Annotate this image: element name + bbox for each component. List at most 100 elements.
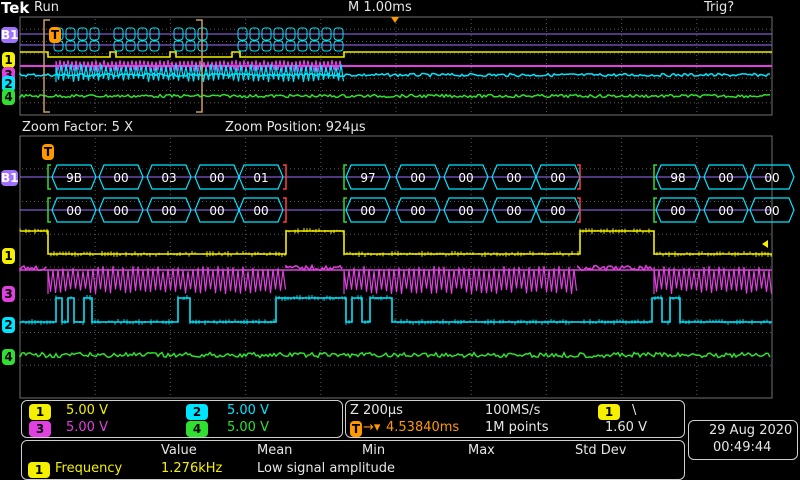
grid-dot [414, 53, 415, 55]
grid-dot [470, 67, 472, 68]
ch3-badge[interactable]: 3 [29, 421, 51, 437]
grid-dot [334, 53, 335, 55]
grid-dot [534, 201, 535, 202]
grid-dot [658, 90, 659, 91]
grid-dot [646, 168, 647, 170]
grid-dot [58, 90, 59, 91]
grid-dot [696, 342, 698, 343]
grid-dot [710, 77, 711, 79]
grid-dot [169, 274, 171, 275]
grid-dot [696, 250, 698, 251]
grid-dot [330, 168, 331, 170]
grid-dot [696, 162, 698, 163]
grid-dot [298, 299, 299, 301]
grid-dot [470, 350, 472, 351]
ch4-label-top[interactable]: 4 [2, 89, 15, 105]
grid-dot [370, 28, 371, 30]
grid-dot [696, 214, 698, 215]
grid-dot [422, 53, 423, 55]
grid-dot [46, 53, 47, 55]
grid-dot [395, 103, 397, 104]
grid-dot [646, 364, 647, 366]
grid-dot [614, 77, 615, 79]
grid-dot [242, 102, 243, 104]
ch2-badge[interactable]: 2 [186, 404, 208, 420]
grid-dot [94, 394, 96, 395]
grid-dot [234, 332, 235, 333]
grid-dot [754, 233, 755, 235]
grid-dot [118, 201, 119, 202]
grid-dot [320, 91, 322, 92]
grid-dot [118, 28, 119, 30]
channel-scale-panel[interactable]: 1 5.00 V 2 5.00 V 3 5.00 V 4 5.00 V [21, 400, 343, 438]
ch3-scale: 5.00 V [66, 420, 108, 435]
trigger-source-badge[interactable]: 1 [598, 404, 620, 420]
grid-dot [374, 28, 375, 30]
grid-dot [374, 332, 375, 333]
bus-packet-top-2 [333, 40, 344, 52]
ch4-trace-zoom [19, 351, 771, 359]
bus-packet-value: 00 [113, 204, 128, 218]
grid-dot [470, 233, 471, 235]
grid-dot [130, 102, 131, 104]
grid-dot [238, 364, 239, 366]
acquisition-panel[interactable]: Z 200µs T →▾ 4.53840ms 100MS/s 1M points… [345, 400, 685, 438]
grid-dot [358, 168, 359, 170]
grid-dot [30, 102, 31, 104]
grid-dot [246, 266, 247, 268]
grid-dot [566, 53, 567, 55]
grid-dot [696, 326, 698, 327]
grid-dot [218, 102, 219, 104]
ch1-label-top[interactable]: 1 [2, 52, 15, 68]
grid-dot [298, 332, 299, 333]
ch3-label-zoom[interactable]: 3 [2, 286, 15, 302]
grid-dot [742, 364, 743, 366]
grid-dot [770, 332, 771, 333]
grid-dot [566, 332, 567, 333]
grid-dot [178, 168, 179, 170]
ch4-badge[interactable]: 4 [186, 421, 208, 437]
ch1-label-zoom[interactable]: 1 [2, 248, 15, 264]
grid-dot [158, 233, 159, 235]
b1-label-top[interactable]: B1 [1, 27, 19, 43]
grid-dot [566, 77, 567, 79]
grid-dot [406, 201, 407, 202]
grid-dot [458, 364, 459, 366]
grid-dot [621, 194, 623, 195]
grid-dot [42, 332, 43, 333]
grid-dot [696, 262, 698, 263]
ch2-label-zoom[interactable]: 2 [2, 317, 15, 333]
grid-dot [82, 28, 83, 30]
grid-dot [395, 274, 397, 275]
grid-dot [578, 41, 579, 42]
ch1-badge[interactable]: 1 [29, 404, 51, 420]
grid-dot [726, 28, 727, 30]
grid-dot [666, 28, 667, 30]
grid-dot [462, 201, 463, 202]
grid-dot [526, 102, 527, 104]
grid-dot [206, 233, 207, 235]
grid-dot [621, 234, 623, 235]
grid-dot [545, 302, 547, 303]
ch4-label-zoom[interactable]: 4 [2, 349, 15, 365]
grid-dot [542, 90, 543, 91]
grid-dot [214, 201, 215, 202]
grid-dot [169, 342, 171, 343]
grid-dot [414, 299, 415, 301]
grid-dot [306, 332, 307, 333]
grid-dot [545, 194, 547, 195]
grid-dot [274, 102, 275, 104]
measurements-panel[interactable]: Value Mean Min Max Std Dev 1 Frequency 1… [21, 440, 685, 480]
grid-dot [402, 168, 403, 170]
grid-dot [322, 102, 323, 104]
b1-label-zoom[interactable]: B1 [1, 170, 19, 186]
grid-dot [169, 43, 171, 44]
grid-dot [294, 233, 295, 235]
grid-dot [614, 332, 615, 333]
waveform-display[interactable]: 9B 00 03 00 01 97 00 00 00 00 98 00 00 00 00 00 00 00 00 0… [0, 0, 800, 400]
grid-dot [470, 79, 472, 80]
grid-dot [542, 266, 543, 268]
grid-dot [302, 233, 303, 235]
measurement-source-badge[interactable]: 1 [28, 462, 50, 478]
grid-dot [110, 233, 111, 235]
